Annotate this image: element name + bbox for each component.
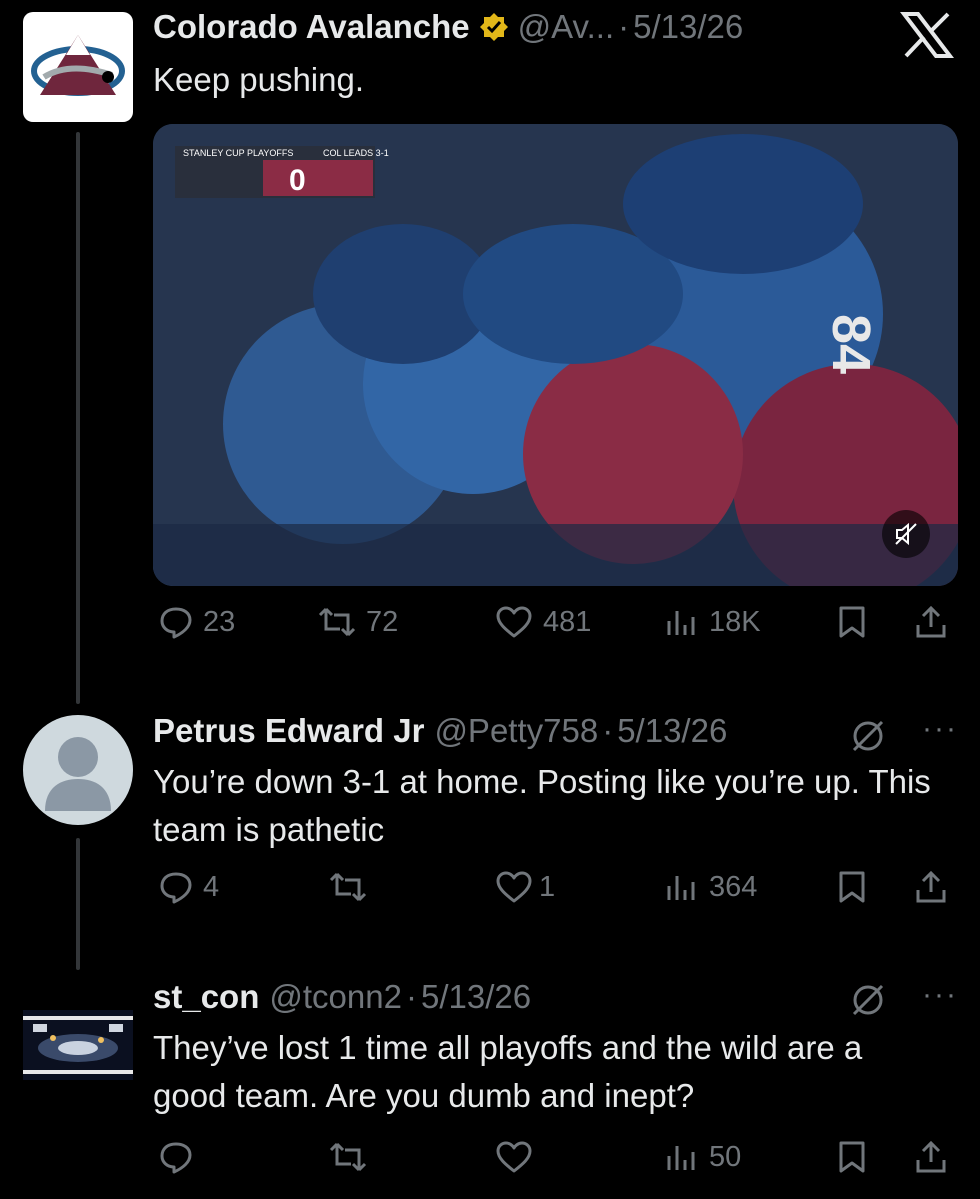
post-text: Keep pushing. (153, 61, 365, 98)
author-handle[interactable]: @Av... (518, 8, 614, 46)
bookmark-button[interactable] (837, 1140, 867, 1174)
heart-icon (496, 1141, 532, 1173)
like-count: 1 (539, 870, 556, 903)
grok-icon[interactable] (848, 980, 888, 1025)
reply-icon (160, 607, 192, 639)
views-button[interactable]: 18K (665, 605, 761, 639)
repost-icon (329, 872, 367, 902)
bookmark-button[interactable] (837, 605, 867, 639)
series-status: COL LEADS 3-1 (323, 148, 389, 158)
author-name[interactable]: Colorado Avalanche (153, 8, 470, 46)
share-icon (916, 605, 946, 638)
like-button[interactable] (495, 1140, 533, 1174)
post-date[interactable]: 5/13/26 (617, 712, 727, 750)
post-date[interactable]: 5/13/26 (421, 978, 531, 1016)
more-options-icon[interactable]: ··· (922, 712, 958, 746)
separator-dot: · (602, 712, 614, 749)
reply-count: 4 (203, 870, 220, 903)
more-options-icon[interactable]: ··· (922, 978, 958, 1012)
reply-button[interactable] (159, 1140, 193, 1174)
author-handle[interactable]: @Petty758 (434, 712, 598, 750)
bookmark-icon (839, 1141, 865, 1173)
views-button[interactable]: 364 (665, 870, 757, 904)
analytics-icon (667, 876, 695, 900)
post-text: They’ve lost 1 time all playoffs and the… (153, 1029, 863, 1114)
repost-button[interactable]: 72 (318, 605, 398, 639)
speaker-muted-icon[interactable] (882, 510, 930, 558)
repost-button[interactable] (329, 1140, 367, 1174)
post-header: Petrus Edward Jr @Petty758 · 5/13/26 (153, 712, 727, 750)
views-count: 18K (709, 605, 761, 638)
thread-line (76, 838, 80, 970)
post-actions: 23 72 481 18K (153, 605, 958, 655)
video-media[interactable]: STANLEY CUP PLAYOFFS COL LEADS 3-1 0 84 (153, 124, 958, 586)
reply-count: 23 (203, 605, 236, 638)
share-icon (916, 870, 946, 903)
jersey-number: 84 (821, 314, 881, 374)
avatar-colorado-avalanche[interactable] (23, 12, 133, 122)
heart-icon (496, 606, 532, 638)
thread-line (76, 132, 80, 704)
reply-icon (160, 872, 192, 904)
bookmark-icon (839, 606, 865, 638)
views-count: 364 (709, 870, 758, 903)
heart-icon (496, 871, 532, 903)
post-date[interactable]: 5/13/26 (633, 8, 743, 46)
grok-icon[interactable] (848, 716, 888, 761)
reply-button[interactable]: 23 (159, 605, 235, 639)
author-handle[interactable]: @tconn2 (269, 978, 402, 1016)
views-count: 50 (709, 1140, 742, 1173)
avatar-default[interactable] (23, 715, 133, 825)
separator-dot: · (405, 978, 417, 1015)
post-actions: 4 1 364 (153, 870, 958, 920)
bookmark-button[interactable] (837, 870, 867, 904)
share-icon (916, 1140, 946, 1173)
score-bug-label: STANLEY CUP PLAYOFFS (183, 148, 293, 158)
avatar-arena-photo[interactable] (23, 1010, 133, 1080)
repost-button[interactable] (329, 870, 367, 904)
like-button[interactable]: 1 (495, 870, 555, 904)
repost-count: 72 (366, 605, 399, 638)
like-button[interactable]: 481 (495, 605, 591, 639)
repost-icon (318, 607, 356, 637)
post-header: st_con @tconn2 · 5/13/26 (153, 978, 531, 1016)
author-name[interactable]: Petrus Edward Jr (153, 712, 424, 750)
hockey-video-frame: STANLEY CUP PLAYOFFS COL LEADS 3-1 0 84 (153, 124, 958, 586)
author-name[interactable]: st_con (153, 978, 259, 1016)
reply-button[interactable]: 4 (159, 870, 219, 904)
share-button[interactable] (915, 870, 947, 904)
like-count: 481 (543, 605, 592, 638)
post-text: You’re down 3-1 at home. Posting like yo… (153, 763, 931, 848)
default-profile-icon (45, 737, 111, 811)
score-display: 0 (289, 164, 306, 197)
share-button[interactable] (915, 1140, 947, 1174)
bookmark-icon (839, 871, 865, 903)
share-button[interactable] (915, 605, 947, 639)
views-button[interactable]: 50 (665, 1140, 741, 1174)
analytics-icon (667, 1146, 695, 1170)
analytics-icon (667, 611, 695, 635)
post-actions: 50 (153, 1140, 958, 1190)
arena-photo (23, 1010, 133, 1080)
separator-dot: · (618, 8, 630, 45)
gold-verified-badge-icon (478, 11, 510, 43)
avalanche-logo-icon (31, 35, 125, 96)
repost-icon (329, 1142, 367, 1172)
reply-icon (160, 1142, 192, 1174)
post-header: Colorado Avalanche @Av... · 5/13/26 (153, 8, 743, 46)
